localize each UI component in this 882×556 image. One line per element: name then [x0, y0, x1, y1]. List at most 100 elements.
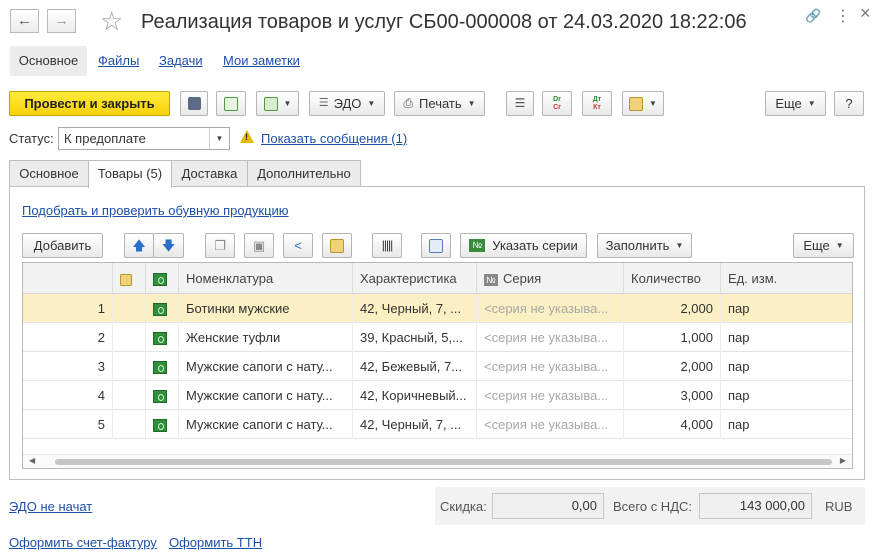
- cell-money[interactable]: [146, 294, 179, 323]
- create-ttn-link[interactable]: Оформить ТТН: [169, 535, 262, 550]
- create-based-on-button[interactable]: ▼: [256, 91, 299, 116]
- section-tab-main[interactable]: Основное: [10, 46, 87, 76]
- table-row[interactable]: 3 Мужские сапоги с нату... 42, Бежевый, 7.…: [23, 352, 852, 381]
- cell-money[interactable]: [146, 381, 179, 410]
- forward-button[interactable]: →: [47, 9, 76, 33]
- check-button[interactable]: [421, 233, 451, 258]
- cell-unit[interactable]: пар: [721, 410, 852, 439]
- section-tab-files[interactable]: Файлы: [98, 46, 139, 76]
- cell-quantity[interactable]: 2,000: [624, 294, 721, 323]
- cell-nomenclature[interactable]: Мужские сапоги с нату...: [179, 381, 353, 410]
- show-messages-link[interactable]: Показать сообщения (1): [261, 131, 407, 146]
- edo-button[interactable]: ☰ ЭДО ▼: [309, 91, 385, 116]
- cell-attachment[interactable]: [113, 294, 146, 323]
- close-icon[interactable]: ×: [860, 3, 871, 24]
- dt-kt-button[interactable]: Дт Кт: [582, 91, 612, 116]
- cell-attachment[interactable]: [113, 352, 146, 381]
- cell-quantity[interactable]: 1,000: [624, 323, 721, 352]
- tab-additional[interactable]: Дополнительно: [247, 160, 361, 187]
- structure-button[interactable]: ☰: [506, 91, 534, 116]
- shoe-products-link[interactable]: Подобрать и проверить обувную продукцию: [22, 203, 289, 218]
- add-row-button[interactable]: Добавить: [22, 233, 103, 258]
- cell-line-number[interactable]: 3: [23, 352, 113, 381]
- goods-table[interactable]: Номенклатура Характеристика № Серия Колич…: [22, 262, 853, 469]
- paste-row-button[interactable]: ▣: [244, 233, 274, 258]
- header-nomenclature[interactable]: Номенклатура: [179, 263, 353, 294]
- section-tab-notes[interactable]: Мои заметки: [223, 46, 300, 76]
- barcode-button[interactable]: |||||: [372, 233, 402, 258]
- horizontal-scrollbar[interactable]: ◀ ▶: [23, 454, 852, 468]
- cell-line-number[interactable]: 2: [23, 323, 113, 352]
- scroll-left-icon[interactable]: ◀: [29, 456, 35, 465]
- cell-characteristic[interactable]: 42, Черный, 7, ...: [353, 294, 477, 323]
- section-tab-tasks[interactable]: Задачи: [159, 46, 203, 76]
- more-menu-icon[interactable]: ⋮: [835, 6, 851, 26]
- table-row[interactable]: 5 Мужские сапоги с нату... 42, Черный, 7, …: [23, 410, 852, 439]
- cell-unit[interactable]: пар: [721, 352, 852, 381]
- cell-nomenclature[interactable]: Ботинки мужские: [179, 294, 353, 323]
- table-row[interactable]: 4 Мужские сапоги с нату... 42, Коричневый.…: [23, 381, 852, 410]
- cell-money[interactable]: [146, 410, 179, 439]
- set-series-button[interactable]: № Указать серии: [460, 233, 587, 258]
- tab-goods[interactable]: Товары (5): [88, 160, 172, 188]
- cell-characteristic[interactable]: 42, Коричневый...: [353, 381, 477, 410]
- pick-button[interactable]: [322, 233, 352, 258]
- cell-series[interactable]: <серия не указыва...: [477, 323, 624, 352]
- cell-series[interactable]: <серия не указыва...: [477, 410, 624, 439]
- cell-unit[interactable]: пар: [721, 381, 852, 410]
- header-unit[interactable]: Ед. изм.: [721, 263, 852, 294]
- cell-line-number[interactable]: 1: [23, 294, 113, 323]
- move-up-button[interactable]: 🡅: [124, 233, 154, 258]
- tab-delivery[interactable]: Доставка: [171, 160, 248, 187]
- print-button[interactable]: ⎙ Печать ▼: [394, 91, 485, 116]
- cell-series[interactable]: <серия не указыва...: [477, 294, 624, 323]
- cell-series[interactable]: <серия не указыва...: [477, 381, 624, 410]
- link-icon[interactable]: 🔗: [805, 8, 821, 24]
- cell-quantity[interactable]: 2,000: [624, 352, 721, 381]
- cell-attachment[interactable]: [113, 410, 146, 439]
- cell-quantity[interactable]: 3,000: [624, 381, 721, 410]
- post-and-close-button[interactable]: Провести и закрыть: [9, 91, 170, 116]
- cell-line-number[interactable]: 4: [23, 381, 113, 410]
- help-button[interactable]: ?: [834, 91, 864, 116]
- cell-attachment[interactable]: [113, 323, 146, 352]
- attachments-button[interactable]: ▼: [622, 91, 664, 116]
- cell-quantity[interactable]: 4,000: [624, 410, 721, 439]
- share-button[interactable]: <: [283, 233, 313, 258]
- table-row[interactable]: 1 Ботинки мужские 42, Черный, 7, ... <серия…: [23, 294, 852, 323]
- header-characteristic[interactable]: Характеристика: [353, 263, 477, 294]
- table-row[interactable]: 2 Женские туфли 39, Красный, 5,... <серия н…: [23, 323, 852, 352]
- favorite-star-icon[interactable]: ☆: [100, 6, 123, 36]
- cell-line-number[interactable]: 5: [23, 410, 113, 439]
- cell-nomenclature[interactable]: Мужские сапоги с нату...: [179, 410, 353, 439]
- fill-button[interactable]: Заполнить ▼: [597, 233, 692, 258]
- header-money[interactable]: [146, 263, 179, 294]
- back-button[interactable]: ←: [10, 9, 39, 33]
- save-button[interactable]: [180, 91, 208, 116]
- cell-nomenclature[interactable]: Женские туфли: [179, 323, 353, 352]
- cell-series[interactable]: <серия не указыва...: [477, 352, 624, 381]
- table-more-button[interactable]: Еще ▼: [793, 233, 854, 258]
- dr-cr-button[interactable]: Dr Cr: [542, 91, 572, 116]
- cell-unit[interactable]: пар: [721, 323, 852, 352]
- create-invoice-link[interactable]: Оформить счет-фактуру: [9, 535, 157, 550]
- cell-attachment[interactable]: [113, 381, 146, 410]
- cell-characteristic[interactable]: 42, Черный, 7, ...: [353, 410, 477, 439]
- scrollbar-thumb[interactable]: [55, 459, 832, 465]
- status-select[interactable]: К предоплате ▼: [58, 127, 230, 150]
- cell-unit[interactable]: пар: [721, 294, 852, 323]
- edo-status-link[interactable]: ЭДО не начат: [9, 499, 92, 514]
- cell-characteristic[interactable]: 42, Бежевый, 7...: [353, 352, 477, 381]
- copy-row-button[interactable]: ❐: [205, 233, 235, 258]
- cell-money[interactable]: [146, 323, 179, 352]
- header-series[interactable]: № Серия: [477, 263, 624, 294]
- more-button[interactable]: Еще ▼: [765, 91, 826, 116]
- post-button[interactable]: [216, 91, 246, 116]
- scroll-right-icon[interactable]: ▶: [840, 456, 846, 465]
- cell-money[interactable]: [146, 352, 179, 381]
- cell-characteristic[interactable]: 39, Красный, 5,...: [353, 323, 477, 352]
- tab-main[interactable]: Основное: [9, 160, 89, 187]
- chevron-down-icon[interactable]: ▼: [209, 128, 229, 149]
- move-down-button[interactable]: 🡇: [153, 233, 184, 258]
- cell-nomenclature[interactable]: Мужские сапоги с нату...: [179, 352, 353, 381]
